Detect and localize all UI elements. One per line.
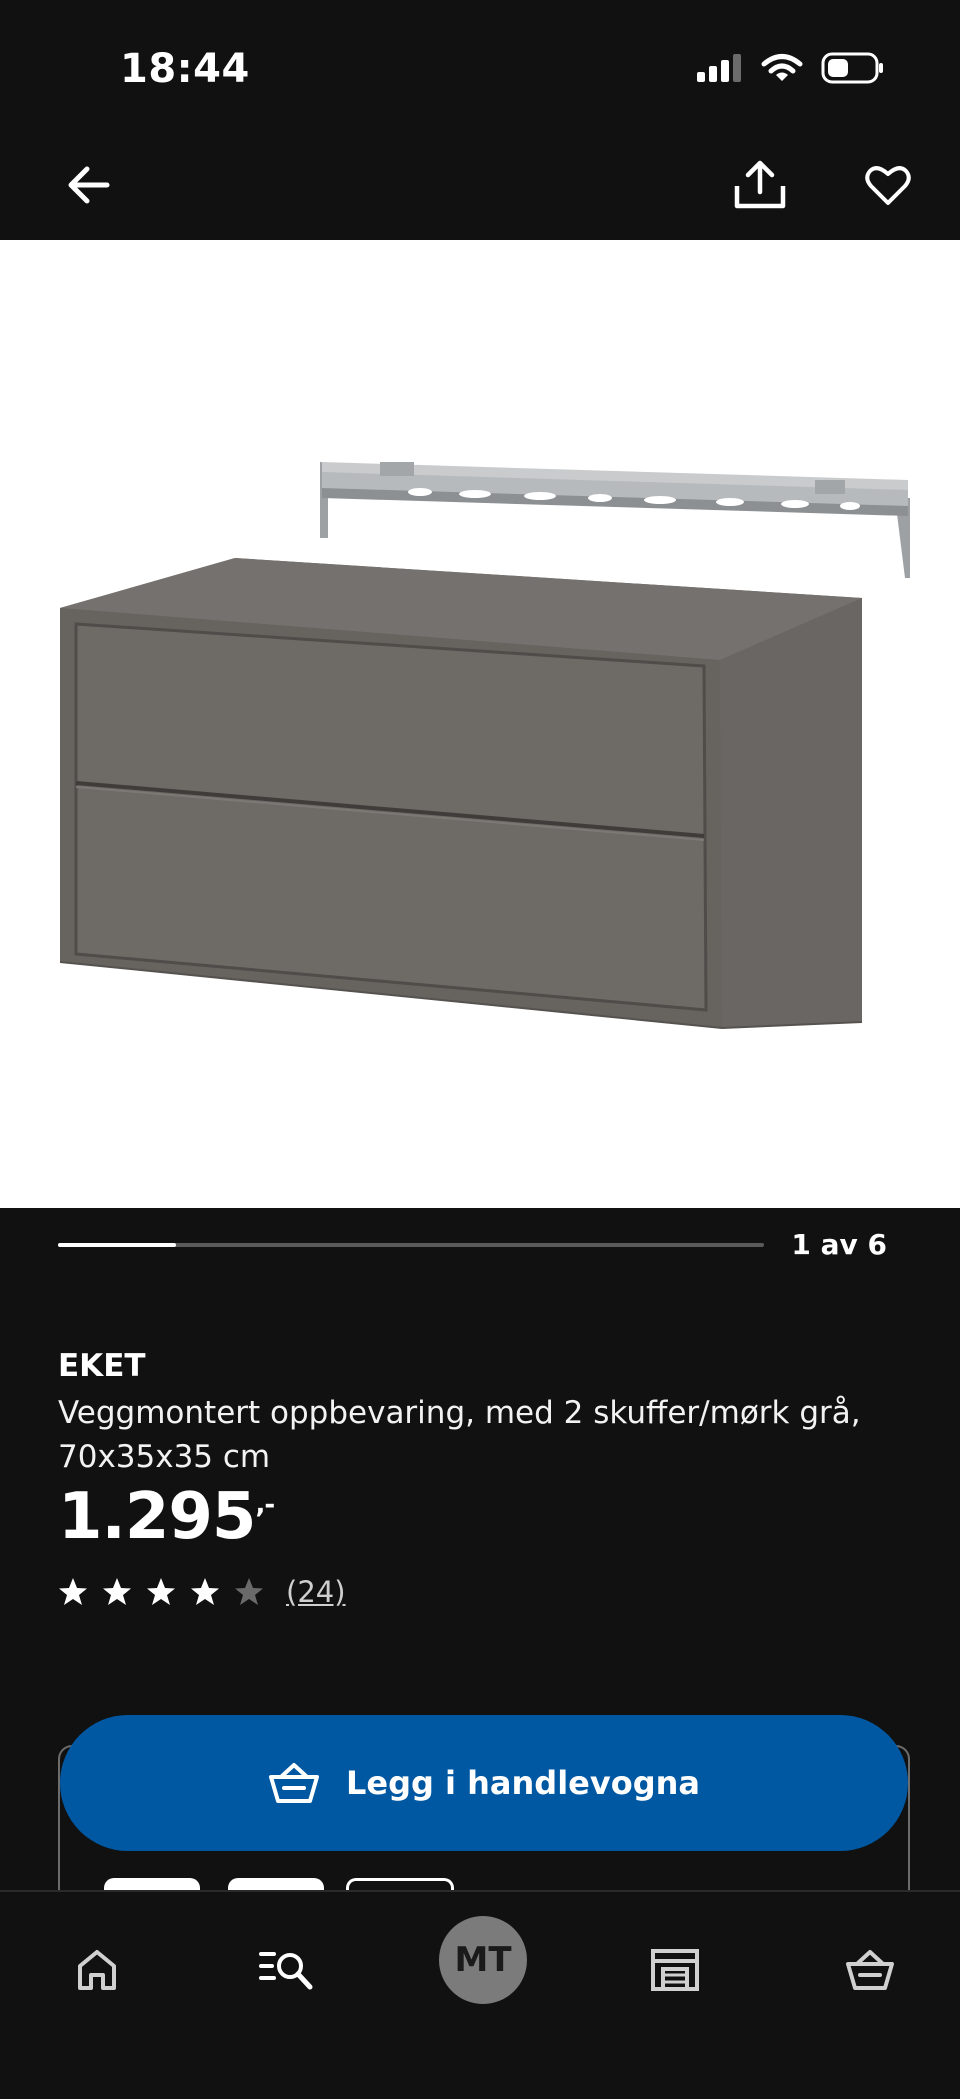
status-bar: 18:44 [0,0,960,130]
battery-icon [821,52,883,84]
product-price: 1.295,- [58,1480,275,1554]
cellular-signal-icon [697,54,741,82]
star-filled-icon [59,1578,87,1605]
star-filled-icon [103,1578,131,1605]
rating[interactable]: (24) [58,1575,346,1609]
status-time: 18:44 [120,46,250,92]
home-icon [78,1950,116,1990]
share-icon [734,160,786,209]
add-to-cart-label: Legg i handlevogna [345,1764,700,1802]
rating-stars [58,1577,264,1607]
shopping-basket-icon [268,1763,319,1803]
arrow-left-icon [68,166,110,204]
status-icons [697,52,885,84]
wall-rail-image [320,462,910,578]
heart-icon [865,166,911,205]
carousel-progress-fill [58,1243,176,1247]
add-to-cart-button[interactable]: Legg i handlevogna [60,1715,908,1851]
star-empty-icon [235,1578,263,1605]
wifi-icon [761,54,803,81]
carousel-progress [58,1243,764,1247]
product-image-carousel[interactable] [0,240,960,1208]
price-value: 1.295 [58,1480,256,1554]
cabinet-image [59,558,863,1030]
rating-count[interactable]: (24) [286,1575,346,1609]
tab-cart[interactable] [832,1932,908,2008]
tab-search[interactable] [250,1932,326,2008]
shopping-basket-icon [846,1950,894,1990]
bottom-tab-bar: MT [0,1890,960,2099]
back-button[interactable] [55,152,121,218]
profile-avatar[interactable]: MT [439,1916,527,2004]
store-icon [651,1949,699,1991]
product-description: Veggmontert oppbevaring, med 2 skuffer/m… [58,1395,861,1475]
tab-home[interactable] [59,1932,135,2008]
price-suffix: ,- [255,1490,275,1520]
tab-stores[interactable] [637,1932,713,2008]
star-filled-icon [191,1578,219,1605]
top-nav-bar [0,130,960,240]
product-image [59,462,910,1030]
share-button[interactable] [727,152,793,218]
star-filled-icon [147,1578,175,1605]
carousel-counter: 1 av 6 [791,1228,887,1261]
favorite-button[interactable] [855,152,921,218]
product-name: EKET [58,1348,146,1384]
search-list-icon [259,1952,313,1990]
